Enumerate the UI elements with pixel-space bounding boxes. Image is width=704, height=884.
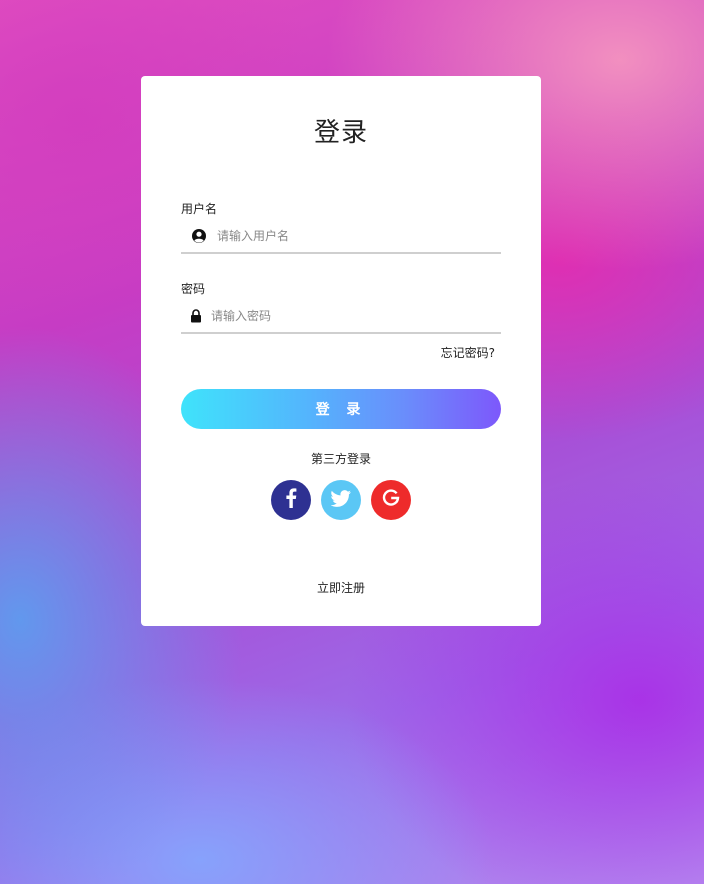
username-field-container	[181, 220, 501, 254]
third-party-login-label: 第三方登录	[310, 452, 371, 466]
username-input[interactable]	[217, 229, 477, 243]
lock-icon	[181, 309, 211, 323]
google-login-button[interactable]	[371, 480, 411, 520]
twitter-icon	[330, 489, 351, 511]
password-field-container	[181, 300, 501, 334]
register-link[interactable]: 立即注册	[141, 579, 541, 596]
forgot-password-link[interactable]: 忘记密码?	[441, 344, 495, 361]
login-card: 登录 用户名 密码 忘记密码? 登 录 第三方登录	[141, 76, 541, 626]
social-login-buttons	[271, 480, 411, 520]
google-icon	[382, 489, 400, 511]
password-input[interactable]	[211, 309, 471, 323]
login-title: 登录	[313, 118, 368, 148]
twitter-login-button[interactable]	[321, 480, 361, 520]
password-label: 密码	[181, 282, 206, 296]
login-button[interactable]: 登 录	[181, 389, 501, 429]
user-circle-icon	[181, 228, 217, 244]
facebook-login-button[interactable]	[271, 480, 311, 520]
username-label: 用户名	[181, 202, 218, 216]
facebook-icon	[285, 488, 297, 512]
